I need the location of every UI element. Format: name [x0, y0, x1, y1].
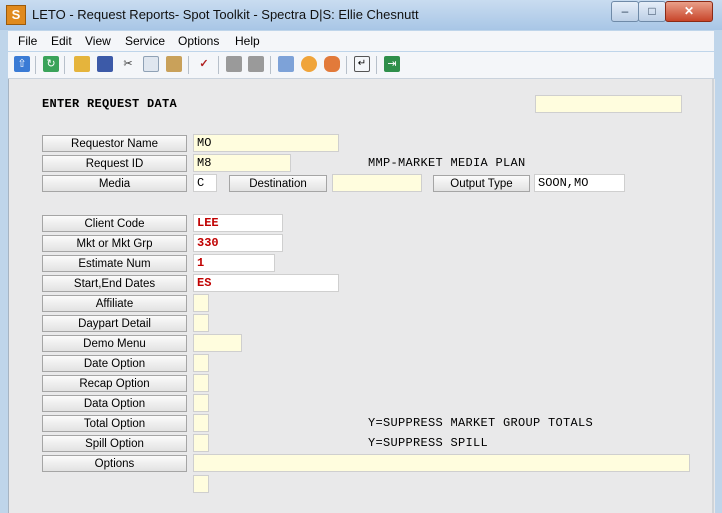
- copy-icon[interactable]: [143, 56, 159, 72]
- menu-edit[interactable]: Edit: [51, 34, 72, 48]
- data-option-button[interactable]: Data Option: [42, 395, 187, 412]
- requestor-name-field[interactable]: MO: [193, 134, 339, 152]
- spill-option-hint: Y=SUPPRESS SPILL: [368, 436, 489, 450]
- total-option-field[interactable]: [193, 414, 209, 432]
- save-icon[interactable]: [97, 56, 113, 72]
- estimate-num-button[interactable]: Estimate Num: [42, 255, 187, 272]
- options-field[interactable]: [193, 454, 690, 472]
- minimize-button[interactable]: –: [611, 1, 639, 22]
- spill-option-field[interactable]: [193, 434, 209, 452]
- window-copy-icon[interactable]: [278, 56, 294, 72]
- menu-service[interactable]: Service: [125, 34, 165, 48]
- total-option-button[interactable]: Total Option: [42, 415, 187, 432]
- title-bar[interactable]: S LETO - Request Reports- Spot Toolkit -…: [0, 0, 722, 30]
- menu-help[interactable]: Help: [235, 34, 260, 48]
- toolbar-separator: [346, 56, 347, 74]
- paste-icon[interactable]: [166, 56, 182, 72]
- close-button[interactable]: ✕: [665, 1, 713, 22]
- affiliate-field[interactable]: [193, 294, 209, 312]
- demo-menu-button[interactable]: Demo Menu: [42, 335, 187, 352]
- demo-menu-field[interactable]: [193, 334, 242, 352]
- daypart-detail-button[interactable]: Daypart Detail: [42, 315, 187, 332]
- app-icon: S: [6, 5, 26, 25]
- disabled-icon: [226, 56, 242, 72]
- maximize-button[interactable]: □: [638, 1, 666, 22]
- users-icon[interactable]: [324, 56, 340, 72]
- output-type-field[interactable]: SOON,MO: [534, 174, 625, 192]
- toolbar-separator: [64, 56, 65, 74]
- toolbar-separator: [35, 56, 36, 74]
- recap-option-button[interactable]: Recap Option: [42, 375, 187, 392]
- open-folder-icon[interactable]: [74, 56, 90, 72]
- mkt-grp-button[interactable]: Mkt or Mkt Grp: [42, 235, 187, 252]
- clock-icon[interactable]: [301, 56, 317, 72]
- form-heading: ENTER REQUEST DATA: [42, 97, 178, 111]
- window-title: LETO - Request Reports- Spot Toolkit - S…: [32, 7, 419, 22]
- toolbar-separator: [188, 56, 189, 74]
- destination-button[interactable]: Destination: [229, 175, 327, 192]
- affiliate-button[interactable]: Affiliate: [42, 295, 187, 312]
- toolbar-separator: [376, 56, 377, 74]
- request-id-button[interactable]: Request ID: [42, 155, 187, 172]
- disabled-icon: [248, 56, 264, 72]
- refresh-icon[interactable]: ↻: [43, 56, 59, 72]
- toolbar-separator: [218, 56, 219, 74]
- date-option-button[interactable]: Date Option: [42, 355, 187, 372]
- cut-icon[interactable]: ✂: [120, 56, 136, 72]
- data-option-field[interactable]: [193, 394, 209, 412]
- total-option-hint: Y=SUPPRESS MARKET GROUP TOTALS: [368, 416, 594, 430]
- start-end-dates-field[interactable]: ES: [193, 274, 339, 292]
- mkt-grp-field[interactable]: 330: [193, 234, 283, 252]
- exit-icon[interactable]: ⇥: [384, 56, 400, 72]
- menu-file[interactable]: File: [18, 34, 37, 48]
- right-border: [712, 79, 714, 513]
- spellcheck-icon[interactable]: ✓: [196, 56, 212, 72]
- recap-option-field[interactable]: [193, 374, 209, 392]
- toolbar-separator: [270, 56, 271, 74]
- print-preview-icon[interactable]: ↵: [354, 56, 370, 72]
- request-id-field[interactable]: M8: [193, 154, 291, 172]
- options-button[interactable]: Options: [42, 455, 187, 472]
- menu-options[interactable]: Options: [178, 34, 219, 48]
- date-option-field[interactable]: [193, 354, 209, 372]
- daypart-detail-field[interactable]: [193, 314, 209, 332]
- destination-field[interactable]: [332, 174, 422, 192]
- menu-bar: File Edit View Service Options Help: [8, 31, 714, 51]
- menu-view[interactable]: View: [85, 34, 111, 48]
- media-button[interactable]: Media: [42, 175, 187, 192]
- spill-option-button[interactable]: Spill Option: [42, 435, 187, 452]
- toolbar: ⇧ ↻ ✂ ✓ ↵ ⇥: [8, 52, 714, 79]
- request-description: MMP-MARKET MEDIA PLAN: [368, 156, 526, 170]
- estimate-num-field[interactable]: 1: [193, 254, 275, 272]
- extra-field[interactable]: [193, 475, 209, 493]
- client-code-button[interactable]: Client Code: [42, 215, 187, 232]
- requestor-name-button[interactable]: Requestor Name: [42, 135, 187, 152]
- media-field[interactable]: C: [193, 174, 217, 192]
- upload-icon[interactable]: ⇧: [14, 56, 30, 72]
- client-code-field[interactable]: LEE: [193, 214, 283, 232]
- start-end-dates-button[interactable]: Start,End Dates: [42, 275, 187, 292]
- output-type-button[interactable]: Output Type: [433, 175, 530, 192]
- top-right-field[interactable]: [535, 95, 682, 113]
